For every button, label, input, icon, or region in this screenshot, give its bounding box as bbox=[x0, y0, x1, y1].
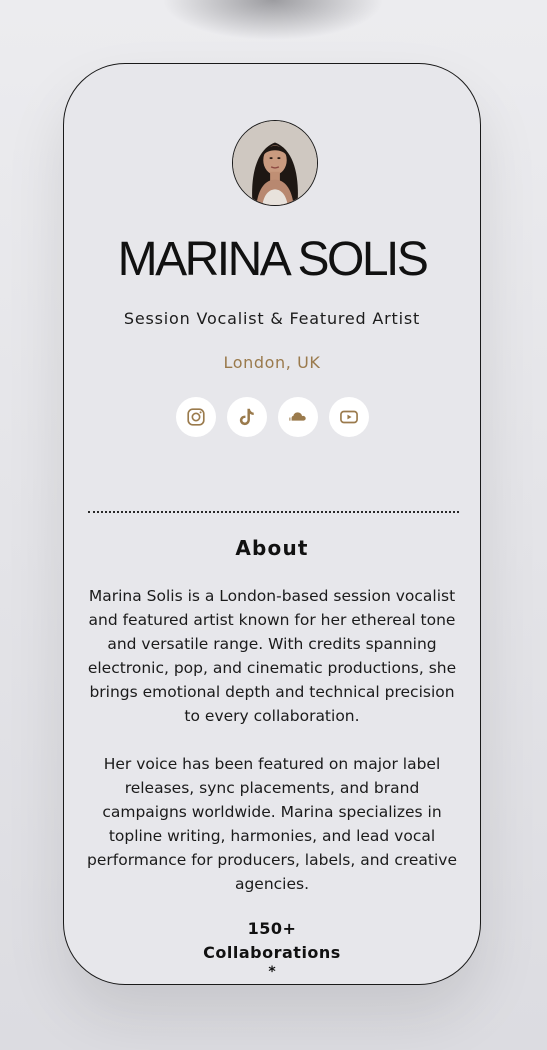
instagram-icon bbox=[186, 408, 205, 426]
stat-collaborations: 150+ Collaborations bbox=[64, 917, 480, 965]
soundcloud-icon bbox=[288, 412, 306, 421]
youtube-icon bbox=[339, 410, 358, 424]
stat-separator: * bbox=[268, 964, 276, 980]
social-links bbox=[64, 397, 480, 437]
avatar bbox=[232, 120, 318, 206]
about-paragraph: Marina Solis is a London-based session v… bbox=[87, 587, 457, 725]
artist-name: MARINA SOLIS bbox=[117, 233, 429, 286]
artist-location: London, UK bbox=[223, 353, 321, 372]
youtube-button[interactable] bbox=[328, 397, 369, 437]
section-divider bbox=[88, 511, 459, 513]
stat-label: Collaborations bbox=[203, 943, 341, 962]
tiktok-icon bbox=[239, 408, 254, 426]
tiktok-button[interactable] bbox=[226, 397, 267, 437]
soundcloud-button[interactable] bbox=[277, 397, 318, 437]
avatar-photo bbox=[233, 121, 317, 205]
about-heading: About bbox=[235, 536, 309, 560]
profile-card: MARINA SOLIS Session Vocalist & Featured… bbox=[63, 63, 481, 985]
stat-value: 150+ bbox=[247, 919, 297, 938]
instagram-button[interactable] bbox=[175, 397, 216, 437]
about-paragraph: Her voice has been featured on major lab… bbox=[87, 755, 457, 893]
artist-role: Session Vocalist & Featured Artist bbox=[123, 309, 421, 328]
about-body: Marina Solis is a London-based session v… bbox=[86, 584, 458, 920]
